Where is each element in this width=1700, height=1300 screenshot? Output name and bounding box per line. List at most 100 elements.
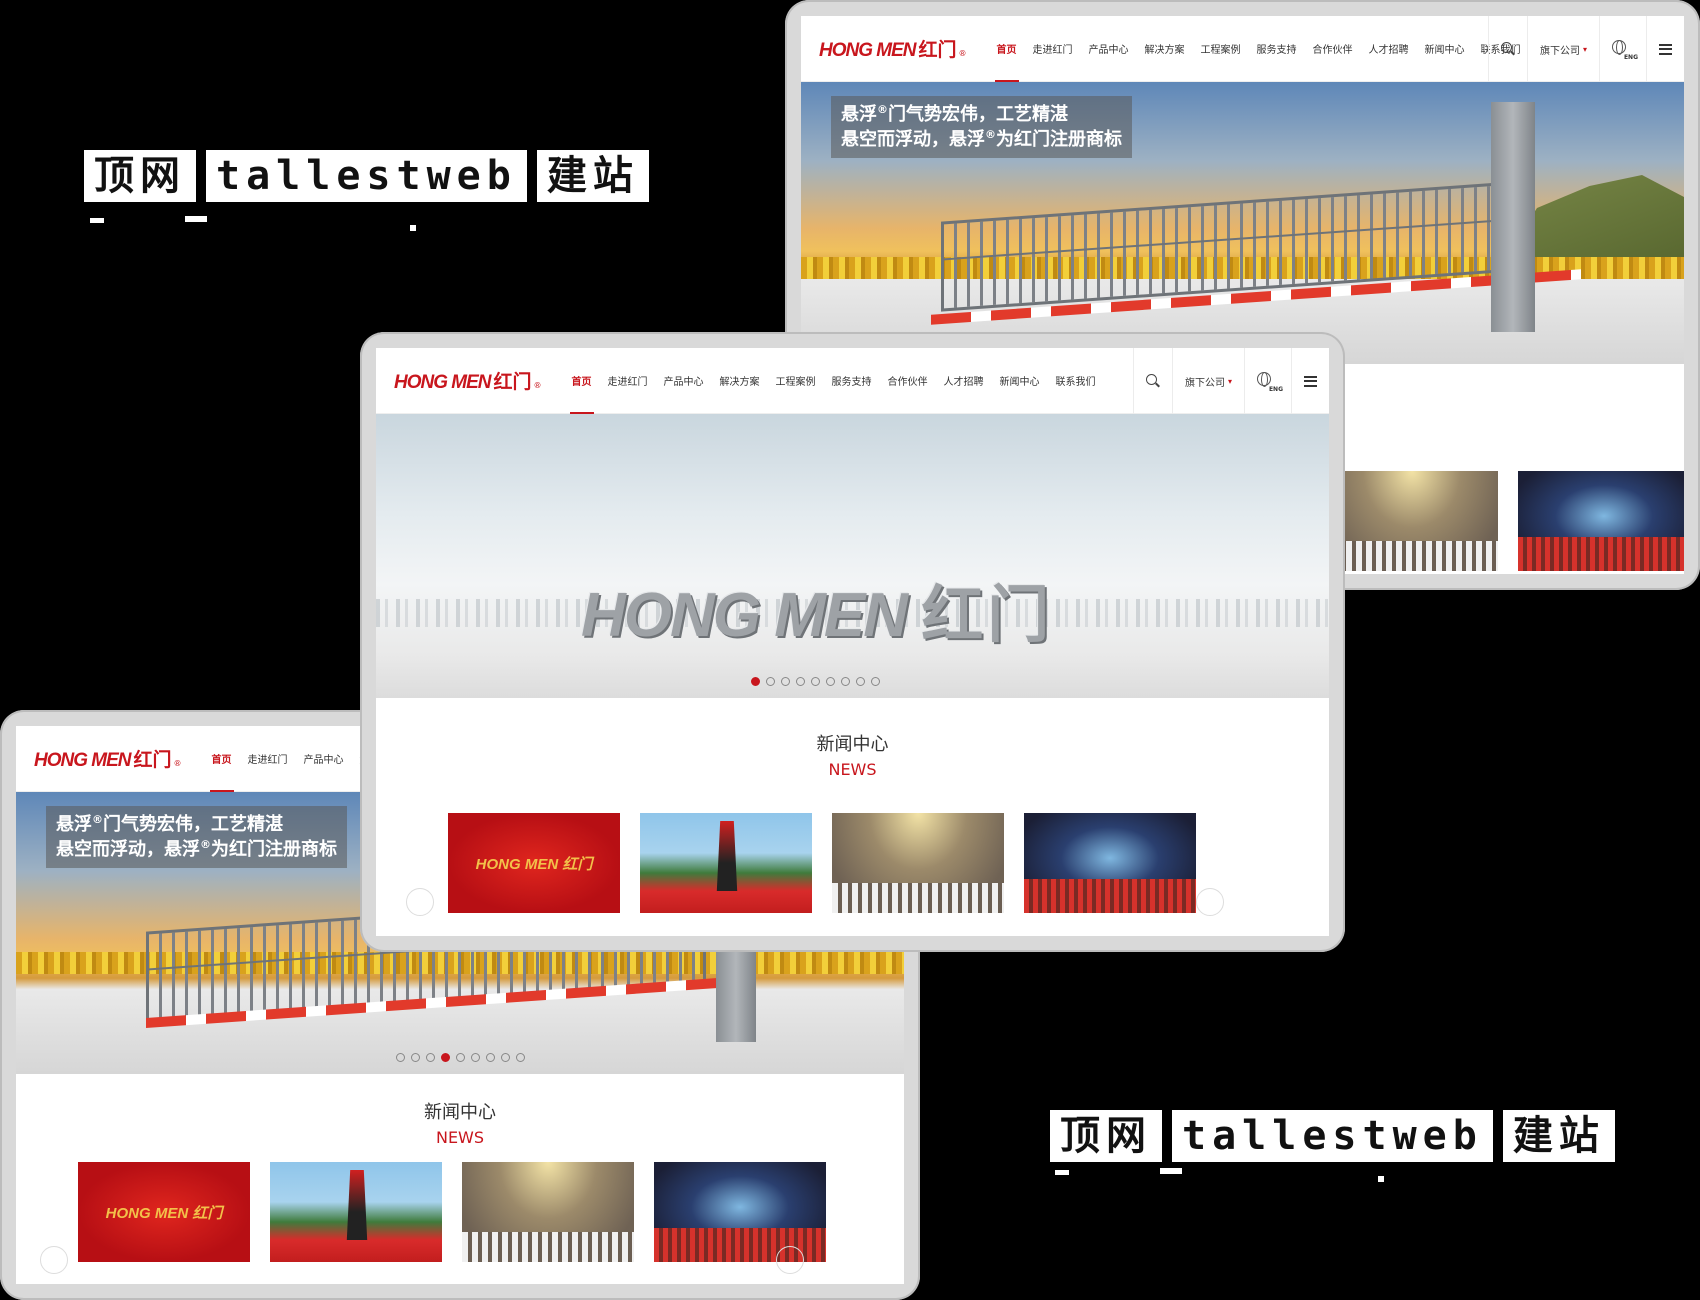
news-thumb-team[interactable] — [640, 813, 812, 913]
news-thumbs: HONG MEN 红门 — [448, 813, 1196, 913]
news-thumb-hall[interactable] — [1326, 471, 1498, 571]
carousel-dot[interactable] — [811, 677, 820, 686]
carousel-dot[interactable] — [426, 1053, 435, 1062]
main-nav: 首页 走进红门 产品中心 解决方案 工程案例 服务支持 合作伙伴 人才招聘 新闻… — [994, 16, 1521, 82]
carousel-dot-active[interactable] — [751, 677, 760, 686]
nav-item-service[interactable]: 服务支持 — [832, 348, 872, 413]
nav-item-home[interactable]: 首页 — [569, 348, 594, 414]
search-icon — [1500, 42, 1515, 56]
news-thumb-logo[interactable]: HONG MEN 红门 — [78, 1162, 250, 1262]
news-subtitle: NEWS — [828, 760, 877, 779]
nav-item-partners[interactable]: 合作伙伴 — [1313, 16, 1353, 81]
search-button[interactable] — [1487, 16, 1527, 82]
nav-item-careers[interactable]: 人才招聘 — [944, 348, 984, 413]
menu-icon — [1304, 375, 1317, 387]
main-nav: 首页 走进红门 产品中心 解决方案 工程案例 服务支持 合作伙伴 人才招聘 新闻… — [569, 348, 1096, 414]
nav-item-about[interactable]: 走进红门 — [1033, 16, 1073, 81]
subsidiary-label: 旗下公司 — [1184, 377, 1225, 389]
logo-en: HONG MEN — [819, 40, 916, 61]
nav-item-cases[interactable]: 工程案例 — [1201, 16, 1241, 81]
nav-item-partners[interactable]: 合作伙伴 — [888, 348, 928, 413]
nav-item-products[interactable]: 产品中心 — [1089, 16, 1129, 81]
carousel-dot[interactable] — [871, 677, 880, 686]
menu-button[interactable] — [1291, 348, 1329, 414]
screen: HONG MEN 红门 ® 首页 走进红门 产品中心 解决方案 工程案例 服务支… — [376, 348, 1329, 936]
search-icon — [1145, 374, 1160, 388]
site-logo[interactable]: HONG MEN 红门 ® — [34, 745, 182, 772]
subsidiary-dropdown[interactable]: 旗下公司 ▾ — [1171, 348, 1244, 414]
site-header: HONG MEN 红门 ® 首页 走进红门 产品中心 解决方案 工程案例 服务支… — [376, 348, 1329, 414]
carousel-dots — [396, 1053, 525, 1062]
nav-item-products[interactable]: 产品中心 — [664, 348, 704, 413]
site-header: HONG MEN 红门 ® 首页 走进红门 产品中心 解决方案 工程案例 服务支… — [801, 16, 1684, 82]
hero-banner-gate[interactable]: 悬浮®门气势宏伟，工艺精湛 悬空而浮动，悬浮®为红门注册商标 — [801, 82, 1684, 364]
nav-item-news[interactable]: 新闻中心 — [1425, 16, 1465, 81]
carousel-dot[interactable] — [411, 1053, 420, 1062]
menu-button[interactable] — [1646, 16, 1684, 82]
news-thumb-conference[interactable] — [654, 1162, 826, 1262]
gate-image — [941, 182, 1501, 312]
logo-cn: 红门 — [133, 749, 172, 771]
carousel-dot[interactable] — [766, 677, 775, 686]
carousel-dot[interactable] — [486, 1053, 495, 1062]
hero-banner-logo[interactable]: HONG MEN 红门 — [376, 414, 1329, 698]
subsidiary-dropdown[interactable]: 旗下公司 ▾ — [1526, 16, 1599, 82]
globe-icon: ENG — [1612, 40, 1638, 61]
carousel-dot[interactable] — [456, 1053, 465, 1062]
news-thumb-conference[interactable] — [1024, 813, 1196, 913]
site-logo[interactable]: HONG MEN 红门 ® — [394, 367, 542, 394]
header-tools: 旗下公司 ▾ ENG — [1132, 348, 1329, 414]
news-thumb-hall[interactable] — [832, 813, 1004, 913]
nav-item-about[interactable]: 走进红门 — [608, 348, 648, 413]
prev-arrow-button[interactable] — [40, 1246, 68, 1274]
carousel-dot[interactable] — [396, 1053, 405, 1062]
news-title: 新闻中心 — [816, 734, 889, 755]
logo-cn: 红门 — [918, 39, 957, 61]
nav-item-products[interactable]: 产品中心 — [304, 726, 344, 791]
news-thumb-hall[interactable] — [462, 1162, 634, 1262]
carousel-dot[interactable] — [501, 1053, 510, 1062]
nav-item-service[interactable]: 服务支持 — [1257, 16, 1297, 81]
language-button[interactable]: ENG — [1244, 348, 1291, 414]
carousel-dot[interactable] — [796, 677, 805, 686]
nav-item-solutions[interactable]: 解决方案 — [1145, 16, 1185, 81]
news-thumb-conference[interactable] — [1518, 471, 1684, 571]
carousel-dot[interactable] — [856, 677, 865, 686]
carousel-dot[interactable] — [516, 1053, 525, 1062]
news-thumb-logo[interactable]: HONG MEN 红门 — [448, 813, 620, 913]
carousel-dot[interactable] — [781, 677, 790, 686]
prev-arrow-button[interactable] — [406, 888, 434, 916]
logo-reg: ® — [173, 759, 182, 768]
carousel-dot[interactable] — [471, 1053, 480, 1062]
gate-post — [1491, 102, 1535, 332]
caret-down-icon: ▾ — [1227, 376, 1232, 386]
carousel-dot[interactable] — [841, 677, 850, 686]
logo-reg: ® — [958, 49, 967, 58]
nav-item-home[interactable]: 首页 — [994, 16, 1019, 82]
next-arrow-button[interactable] — [776, 1246, 804, 1274]
nav-item-solutions[interactable]: 解决方案 — [720, 348, 760, 413]
nav-item-careers[interactable]: 人才招聘 — [1369, 16, 1409, 81]
news-subtitle: NEWS — [435, 1128, 485, 1147]
site-logo[interactable]: HONG MEN 红门 ® — [819, 35, 967, 62]
nav-item-contact[interactable]: 联系我们 — [1056, 348, 1096, 413]
hero-logo-text: HONG MEN 红门 — [581, 581, 1054, 650]
nav-item-cases[interactable]: 工程案例 — [776, 348, 816, 413]
news-thumb-team[interactable] — [270, 1162, 442, 1262]
logo-en: HONG MEN — [394, 372, 491, 393]
carousel-dot[interactable] — [826, 677, 835, 686]
caret-down-icon: ▾ — [1582, 44, 1587, 54]
news-heading: 新闻中心 NEWS — [16, 1098, 904, 1147]
language-button[interactable]: ENG — [1599, 16, 1646, 82]
news-heading: 新闻中心 NEWS — [376, 730, 1329, 779]
stage: HONG MEN 红门 ® 首页 走进红门 产品中心 解决方案 工程案例 服务支… — [0, 0, 1700, 1300]
device-frame-center: HONG MEN 红门 ® 首页 走进红门 产品中心 解决方案 工程案例 服务支… — [360, 332, 1345, 952]
carousel-dot-active[interactable] — [441, 1053, 450, 1062]
watermark-bottom-right: 顶网 tallestweb 建站 — [1050, 1110, 1615, 1162]
next-arrow-button[interactable] — [1196, 888, 1224, 916]
nav-item-home[interactable]: 首页 — [209, 726, 234, 792]
nav-item-news[interactable]: 新闻中心 — [1000, 348, 1040, 413]
logo-en: HONG MEN — [34, 750, 131, 771]
nav-item-about[interactable]: 走进红门 — [248, 726, 288, 791]
search-button[interactable] — [1132, 348, 1172, 414]
